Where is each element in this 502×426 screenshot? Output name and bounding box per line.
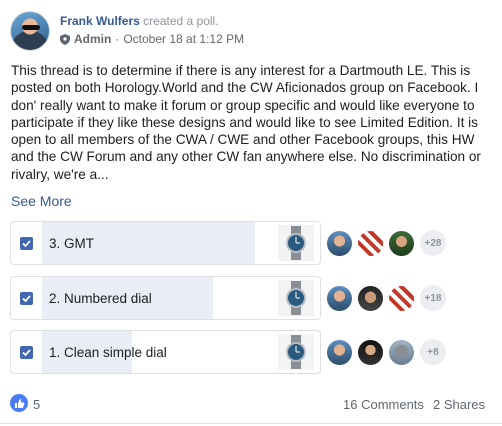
post-meta: Admin · October 18 at 1:12 PM — [60, 32, 244, 46]
admin-badge: Admin — [74, 32, 112, 46]
shares-count[interactable]: 2 Shares — [433, 397, 485, 412]
footer-divider — [0, 423, 502, 424]
poll-voters[interactable]: +18 — [325, 276, 446, 320]
poll-checkbox[interactable] — [20, 237, 33, 250]
see-more-link[interactable]: See More — [11, 193, 72, 209]
poll-voters[interactable]: +28 — [325, 221, 446, 265]
post-footer: 5 16 Comments 2 Shares — [10, 394, 490, 414]
voter-avatar[interactable] — [356, 228, 385, 258]
poll-option-label: 1. Clean simple dial — [49, 345, 167, 360]
voter-avatar[interactable] — [325, 337, 354, 367]
author-name-link[interactable]: Frank Wulfers — [60, 14, 140, 28]
more-voters-count[interactable]: +8 — [420, 339, 446, 365]
like-count[interactable]: 5 — [33, 397, 40, 412]
voter-avatar[interactable] — [387, 283, 416, 313]
post-timestamp[interactable]: October 18 at 1:12 PM — [123, 32, 244, 46]
check-icon — [22, 349, 31, 357]
poll-checkbox[interactable] — [20, 292, 33, 305]
shield-icon — [60, 33, 70, 45]
poll-option[interactable]: 2. Numbered dial — [10, 276, 321, 320]
more-voters-count[interactable]: +18 — [420, 285, 446, 311]
more-voters-count[interactable]: +28 — [420, 230, 446, 256]
post-header: Frank Wulfers created a poll. Admin · Oc… — [10, 11, 490, 51]
voter-avatar[interactable] — [325, 283, 354, 313]
poll-option[interactable]: 1. Clean simple dial — [10, 330, 321, 374]
poll-checkbox[interactable] — [20, 346, 33, 359]
voter-avatar[interactable] — [387, 228, 416, 258]
voter-avatar[interactable] — [387, 337, 416, 367]
poll-voters[interactable]: +8 — [325, 330, 446, 374]
author-action: created a poll. — [143, 14, 219, 28]
check-icon — [22, 295, 31, 303]
check-icon — [22, 240, 31, 248]
poll-option-label: 2. Numbered dial — [49, 291, 152, 306]
watch-icon[interactable] — [278, 225, 314, 261]
meta-separator: · — [115, 32, 120, 46]
author-line: Frank Wulfers created a poll. — [60, 14, 219, 28]
watch-icon[interactable] — [278, 280, 314, 316]
post-body: This thread is to determine if there is … — [11, 63, 481, 182]
like-icon[interactable] — [10, 394, 28, 412]
poll-option[interactable]: 3. GMT — [10, 221, 321, 265]
voter-avatar[interactable] — [356, 337, 385, 367]
voter-avatar[interactable] — [325, 228, 354, 258]
watch-icon[interactable] — [278, 334, 314, 370]
author-avatar[interactable] — [10, 11, 50, 51]
comments-count[interactable]: 16 Comments — [343, 397, 424, 412]
poll-option-label: 3. GMT — [49, 236, 95, 251]
voter-avatar[interactable] — [356, 283, 385, 313]
